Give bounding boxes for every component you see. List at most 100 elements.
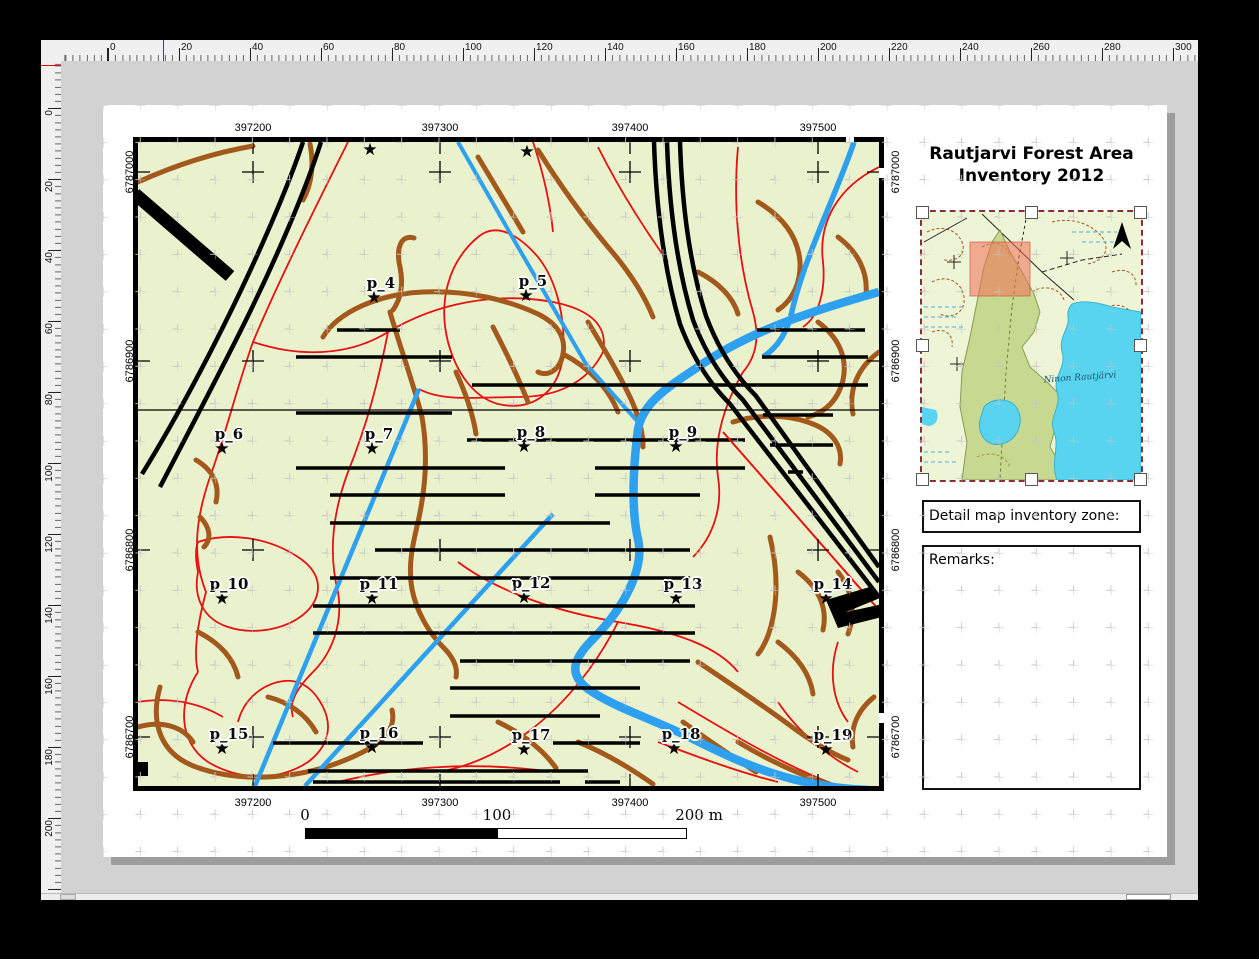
top-ruler-number: 260	[1033, 42, 1050, 53]
selection-handle-nw[interactable]	[916, 206, 929, 219]
top-ruler-number: 140	[607, 42, 624, 53]
left-ruler-number: 180	[44, 749, 55, 766]
scalebar-label-100: 100	[483, 806, 512, 824]
top-ruler[interactable]: 0204060801001201401601802002202402602803…	[61, 40, 1198, 61]
top-ruler-number: 0	[110, 42, 116, 53]
top-ruler-number: 100	[465, 42, 482, 53]
map-coord-bottom: 397300	[422, 797, 459, 809]
scalebar-item[interactable]	[305, 828, 687, 839]
map-coord-top: 397500	[800, 122, 837, 134]
remarks-box[interactable]: Remarks:	[922, 545, 1141, 790]
selection-handle-s[interactable]	[1025, 473, 1038, 486]
frame-notch	[879, 168, 884, 178]
map-coord-bottom: 397200	[235, 797, 272, 809]
horizontal-scrollbar[interactable]	[41, 893, 1198, 900]
sample-point-star: ★	[362, 142, 377, 159]
sample-point-star: ★	[214, 741, 229, 758]
sample-point-label: p_15	[210, 725, 249, 743]
sample-point-star: ★	[668, 591, 683, 608]
sample-point-label: p_14	[814, 575, 853, 593]
left-ruler-number: 200	[44, 820, 55, 837]
left-ruler-number: 40	[44, 252, 55, 263]
left-ruler[interactable]: 020406080100120140160180200	[41, 61, 61, 893]
ruler-corner	[41, 40, 62, 62]
map-coord-right: 6786900	[890, 340, 902, 383]
left-ruler-number: 160	[44, 678, 55, 695]
map-coord-top: 397300	[422, 122, 459, 134]
selection-handle-sw[interactable]	[916, 473, 929, 486]
sample-point-label: p_4	[367, 274, 395, 292]
top-ruler-number: 160	[678, 42, 695, 53]
sample-point-star: ★	[364, 441, 379, 458]
map-coord-left: 6787000	[124, 151, 136, 194]
scalebar-segment-white	[497, 829, 686, 838]
top-ruler-number: 300	[1175, 42, 1192, 53]
ruler-cursor-marker-left	[41, 65, 61, 66]
detail-zone-box[interactable]: Detail map inventory zone:	[922, 500, 1141, 533]
sample-point-label: p_18	[662, 725, 701, 743]
sample-point-label: p_7	[365, 425, 393, 443]
selection-handle-se[interactable]	[1134, 473, 1147, 486]
detail-zone-label: Detail map inventory zone:	[929, 508, 1119, 524]
sample-point-label: p_12	[512, 574, 551, 592]
sample-point-label: p_19	[814, 726, 853, 744]
main-map-item[interactable]: ★p_4★p_5★p_6★p_7★p_8★p_9★p_10★p_11★p_12★…	[133, 137, 884, 791]
scalebar-label-200: 200 m	[675, 806, 723, 824]
map-coord-right: 6786700	[890, 716, 902, 759]
top-ruler-number: 240	[962, 42, 979, 53]
sample-point-star: ★	[366, 290, 381, 307]
frame-notch	[879, 713, 884, 723]
map-coord-left: 6786900	[124, 340, 136, 383]
selection-handle-ne[interactable]	[1134, 206, 1147, 219]
overview-extent-rect	[970, 242, 1030, 296]
remarks-label: Remarks:	[929, 552, 995, 568]
top-ruler-number: 120	[536, 42, 553, 53]
left-ruler-number: 140	[44, 607, 55, 624]
overview-map-drawing	[922, 212, 1141, 480]
sample-point-label: p_6	[215, 425, 243, 443]
map-coord-left: 6786700	[124, 716, 136, 759]
qgis-layout-window: 0204060801001201401601802002202402602803…	[0, 0, 1259, 959]
overview-lake	[1052, 302, 1141, 480]
sample-point-label: p_8	[517, 423, 545, 441]
scalebar-segment-black	[306, 829, 497, 838]
sample-point-star: ★	[516, 742, 531, 759]
sample-point-label: p_9	[669, 423, 697, 441]
map-coord-bottom: 397500	[800, 797, 837, 809]
top-ruler-number: 220	[891, 42, 908, 53]
selection-handle-w[interactable]	[916, 339, 929, 352]
overview-map-item[interactable]: Ninon Rautjärvi	[922, 212, 1141, 480]
scalebar-label-0: 0	[300, 806, 310, 824]
left-ruler-number: 20	[44, 181, 55, 192]
top-ruler-number: 40	[252, 42, 263, 53]
sample-point-star: ★	[519, 144, 534, 161]
map-coord-bottom: 397400	[612, 797, 649, 809]
selection-handle-n[interactable]	[1025, 206, 1038, 219]
scrollbar-nub[interactable]	[60, 894, 76, 900]
sample-point-star: ★	[668, 439, 683, 456]
sample-point-star: ★	[818, 742, 833, 759]
selection-handle-e[interactable]	[1134, 339, 1147, 352]
layout-canvas[interactable]: ★p_4★p_5★p_6★p_7★p_8★p_9★p_10★p_11★p_12★…	[61, 61, 1198, 893]
left-ruler-number: 0	[44, 110, 55, 116]
left-ruler-number: 100	[44, 465, 55, 482]
top-ruler-number: 60	[323, 42, 334, 53]
sample-points-layer: ★p_4★p_5★p_6★p_7★p_8★p_9★p_10★p_11★p_12★…	[138, 142, 879, 786]
map-coord-right: 6786800	[890, 529, 902, 572]
sample-point-star: ★	[666, 741, 681, 758]
sample-point-label: p_11	[360, 575, 399, 593]
top-ruler-number: 280	[1104, 42, 1121, 53]
left-ruler-number: 60	[44, 323, 55, 334]
map-title-line1: Rautjarvi Forest Area	[919, 143, 1144, 165]
map-title[interactable]: Rautjarvi Forest Area Inventory 2012	[919, 143, 1144, 187]
layout-page[interactable]: ★p_4★p_5★p_6★p_7★p_8★p_9★p_10★p_11★p_12★…	[103, 105, 1167, 857]
sample-point-label: p_16	[360, 724, 399, 742]
top-ruler-number: 200	[820, 42, 837, 53]
top-ruler-number: 180	[749, 42, 766, 53]
map-coord-right: 6787000	[890, 151, 902, 194]
ruler-cursor-marker-top	[163, 40, 164, 61]
map-coord-left: 6786800	[124, 529, 136, 572]
map-coord-top: 397200	[235, 122, 272, 134]
scrollbar-thumb[interactable]	[1126, 894, 1171, 900]
sample-point-star: ★	[516, 590, 531, 607]
